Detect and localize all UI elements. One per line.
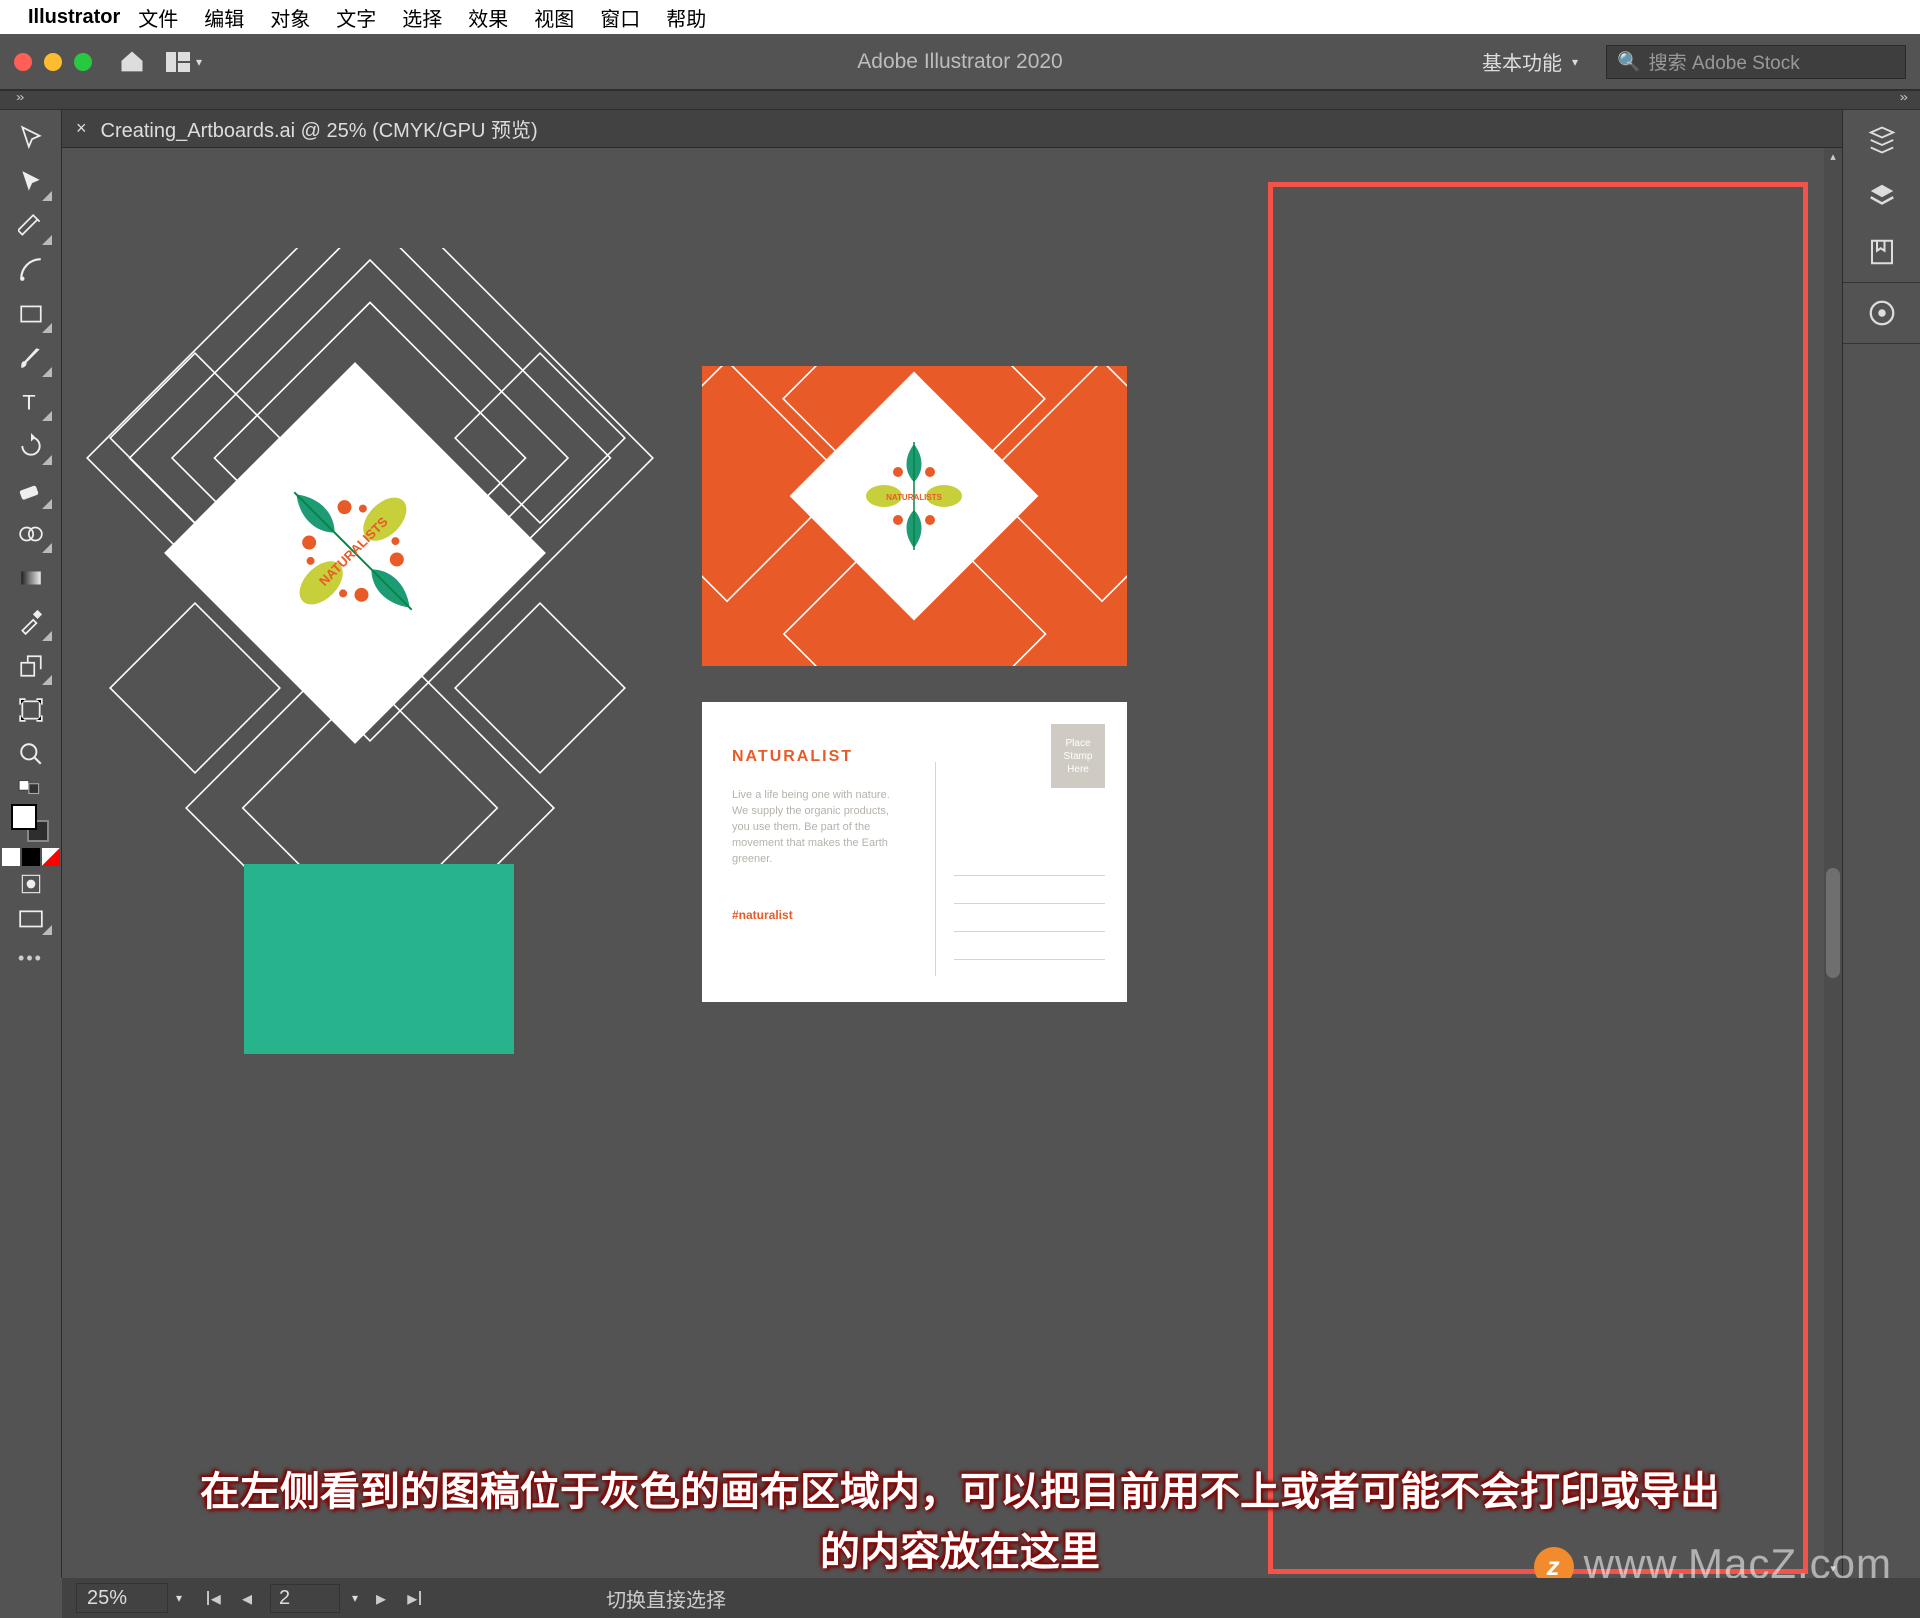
selection-tool[interactable] xyxy=(7,116,55,160)
gradient-tool[interactable] xyxy=(7,556,55,600)
scroll-up-icon[interactable]: ▴ xyxy=(1824,148,1842,166)
postcard-tag: #naturalist xyxy=(732,908,909,922)
svg-text:T: T xyxy=(22,390,35,415)
eraser-tool[interactable] xyxy=(7,468,55,512)
workspace-switcher[interactable]: 基本功能 ▾ xyxy=(1472,43,1588,80)
direct-selection-tool[interactable] xyxy=(7,160,55,204)
menu-type[interactable]: 文字 xyxy=(336,3,376,32)
eyedropper-tool[interactable] xyxy=(7,600,55,644)
stock-search-placeholder: 搜索 Adobe Stock xyxy=(1649,48,1800,75)
app-name[interactable]: Illustrator xyxy=(28,6,120,29)
home-icon[interactable] xyxy=(118,50,146,74)
color-mode-buttons[interactable] xyxy=(2,848,60,866)
options-bar-collapse[interactable] xyxy=(0,90,1920,110)
curvature-tool[interactable] xyxy=(7,248,55,292)
annotation-highlight-rect xyxy=(1268,182,1808,1574)
menu-view[interactable]: 视图 xyxy=(534,3,574,32)
app-body: T ••• xyxy=(0,110,1920,1578)
screen-mode-button[interactable] xyxy=(7,902,55,938)
zoom-level-dropdown[interactable]: 25% xyxy=(76,1583,168,1613)
menu-effect[interactable]: 效果 xyxy=(468,3,508,32)
properties-panel-icon[interactable] xyxy=(1862,122,1902,158)
fill-stroke-swatch[interactable] xyxy=(7,802,55,842)
artboard-green-rectangle[interactable] xyxy=(244,864,514,1054)
menu-window[interactable]: 窗口 xyxy=(600,3,640,32)
chevron-down-icon[interactable]: ▾ xyxy=(352,1591,358,1605)
canvas-area[interactable]: NATURALISTS xyxy=(62,110,1842,1578)
search-icon: 🔍 xyxy=(1617,50,1641,74)
left-toolbar: T ••• xyxy=(0,110,62,1578)
scroll-down-icon[interactable]: ▾ xyxy=(1824,1560,1842,1578)
menu-file[interactable]: 文件 xyxy=(138,3,178,32)
first-artboard-button[interactable]: I◂ xyxy=(202,1586,224,1611)
type-tool[interactable]: T xyxy=(7,380,55,424)
prev-artboard-button[interactable]: ◂ xyxy=(236,1586,258,1611)
window-minimize-button[interactable] xyxy=(44,53,62,71)
macos-menu-bar: Illustrator 文件 编辑 对象 文字 选择 效果 视图 窗口 帮助 xyxy=(0,0,1920,34)
chevron-down-icon[interactable]: ▾ xyxy=(176,1591,182,1605)
artboard-tool[interactable] xyxy=(7,688,55,732)
artboard-number-field[interactable]: 2 xyxy=(270,1584,340,1613)
app-title-bar: ▾ Adobe Illustrator 2020 基本功能 ▾ 🔍 搜索 Ado… xyxy=(0,34,1920,90)
right-panel-dock xyxy=(1842,110,1920,1578)
rotate-tool[interactable] xyxy=(7,424,55,468)
artboard-2-postcard-front[interactable]: NATURALISTS xyxy=(702,366,1127,666)
pen-tool[interactable] xyxy=(7,204,55,248)
shape-builder-tool[interactable] xyxy=(7,512,55,556)
last-artboard-button[interactable]: ▸I xyxy=(404,1586,426,1611)
postcard-heading: NATURALIST xyxy=(732,748,909,766)
menu-object[interactable]: 对象 xyxy=(270,3,310,32)
window-controls xyxy=(14,53,92,71)
scrollbar-thumb[interactable] xyxy=(1826,868,1840,978)
appearance-panel-icon[interactable] xyxy=(1862,295,1902,331)
window-zoom-button[interactable] xyxy=(74,53,92,71)
arrange-documents-button[interactable]: ▾ xyxy=(166,52,202,72)
postcard-blurb: Live a life being one with nature. We su… xyxy=(732,788,909,868)
workspace-label: 基本功能 xyxy=(1482,47,1562,76)
menu-select[interactable]: 选择 xyxy=(402,3,442,32)
vertical-scrollbar[interactable]: ▴ ▾ xyxy=(1824,148,1842,1578)
fill-stroke-toggle[interactable] xyxy=(7,776,55,798)
artboard-navigator: I◂ ◂ 2 ▾ ▸ ▸I xyxy=(202,1584,426,1613)
scale-tool[interactable] xyxy=(7,644,55,688)
stock-search[interactable]: 🔍 搜索 Adobe Stock xyxy=(1606,45,1906,79)
stamp-placeholder: PlaceStampHere xyxy=(1051,724,1105,788)
chevron-down-icon: ▾ xyxy=(196,55,202,69)
menu-help[interactable]: 帮助 xyxy=(666,3,706,32)
chevron-down-icon: ▾ xyxy=(1572,55,1578,69)
artboard-3-postcard-back[interactable]: NATURALIST Live a life being one with na… xyxy=(702,702,1127,1002)
rectangle-tool[interactable] xyxy=(7,292,55,336)
next-artboard-button[interactable]: ▸ xyxy=(370,1586,392,1611)
status-hint: 切换直接选择 xyxy=(606,1584,726,1613)
zoom-tool[interactable] xyxy=(7,732,55,776)
layers-panel-icon[interactable] xyxy=(1862,178,1902,214)
svg-text:NATURALISTS: NATURALISTS xyxy=(886,493,943,502)
document-tab[interactable]: × Creating_Artboards.ai @ 25% (CMYK/GPU … xyxy=(62,110,1842,148)
artboard-1-artwork[interactable]: NATURALISTS xyxy=(80,248,655,968)
status-bar: 25% ▾ I◂ ◂ 2 ▾ ▸ ▸I 切换直接选择 xyxy=(62,1578,1920,1618)
libraries-panel-icon[interactable] xyxy=(1862,234,1902,270)
menu-edit[interactable]: 编辑 xyxy=(204,3,244,32)
close-icon[interactable]: × xyxy=(76,118,87,139)
paintbrush-tool[interactable] xyxy=(7,336,55,380)
edit-toolbar-button[interactable]: ••• xyxy=(18,948,43,969)
document-tab-label: Creating_Artboards.ai @ 25% (CMYK/GPU 预览… xyxy=(101,114,538,143)
window-close-button[interactable] xyxy=(14,53,32,71)
draw-mode-button[interactable] xyxy=(7,866,55,902)
